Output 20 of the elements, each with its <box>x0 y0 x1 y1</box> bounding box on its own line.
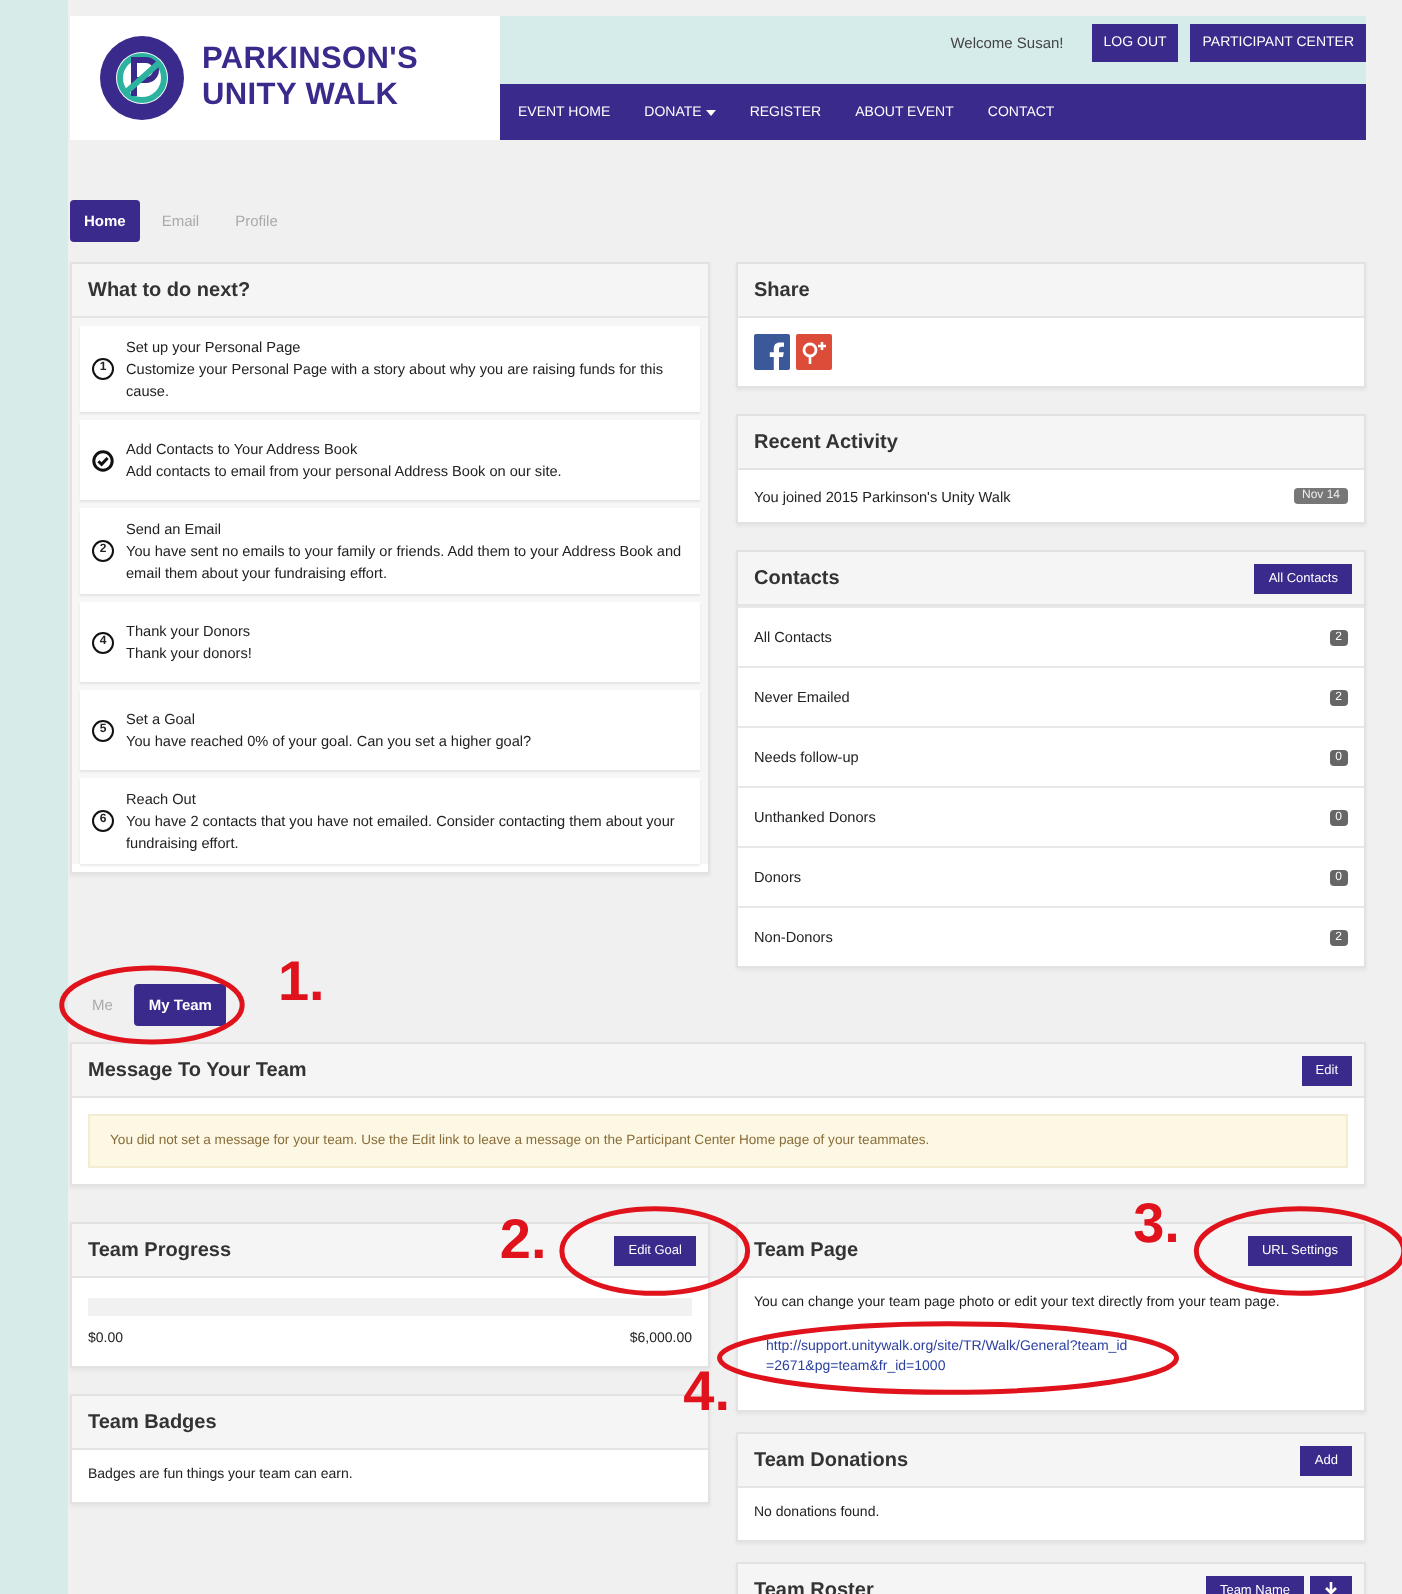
panel-title: Message To Your Team <box>88 1059 307 1081</box>
panel-title: Recent Activity <box>754 431 898 453</box>
panel-title: Team Progress <box>88 1239 232 1261</box>
logo-title: PARKINSON'S <box>202 42 419 78</box>
panel-title: Team Donations <box>754 1449 909 1471</box>
check-icon <box>92 449 114 471</box>
logo-subtitle: UNITY WALK <box>202 78 401 114</box>
download-icon <box>1322 1581 1340 1594</box>
annotation-number: 3. <box>1133 1193 1180 1253</box>
panel-title: Team Page <box>754 1239 859 1261</box>
panel-title: Share <box>754 279 810 301</box>
annotation-number: 2. <box>499 1209 547 1269</box>
google-plus-icon[interactable] <box>796 334 832 370</box>
logo-icon <box>98 34 186 122</box>
panel-title: What to do next? <box>88 279 251 301</box>
panel-title: Contacts <box>754 567 840 589</box>
panel-title: Team Badges <box>88 1411 217 1433</box>
annotation-number: 4. <box>683 1362 730 1422</box>
annotation-number: 1. <box>277 952 325 1012</box>
facebook-icon[interactable] <box>754 334 790 370</box>
